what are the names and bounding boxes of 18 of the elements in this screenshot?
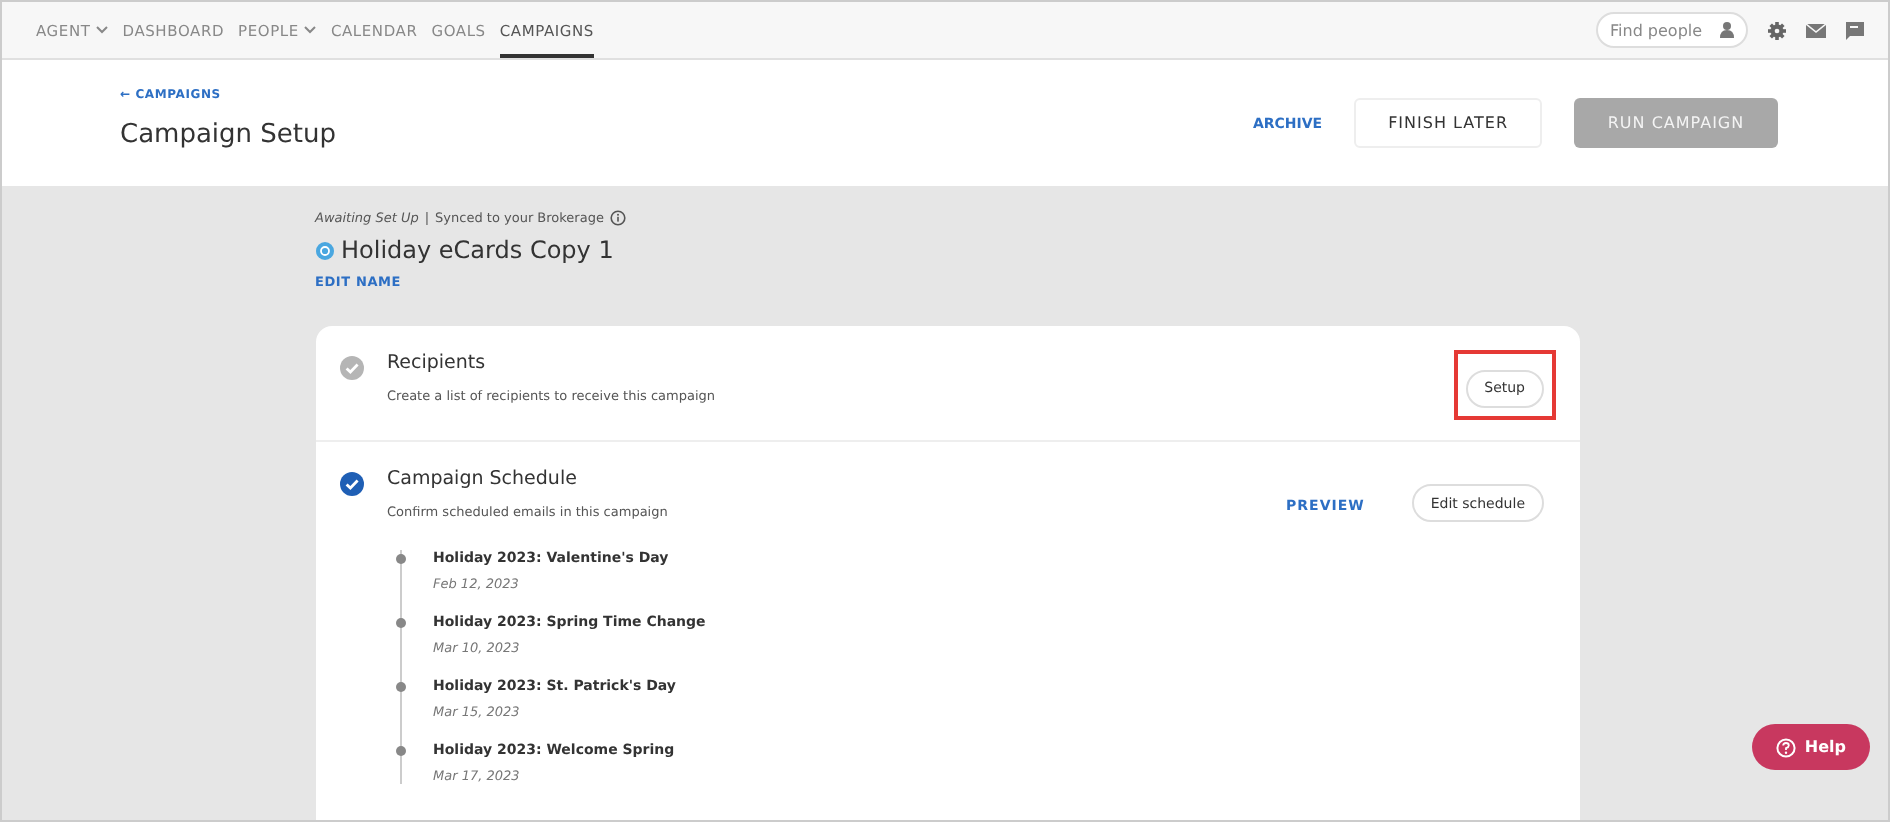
status-dot-icon [315,241,333,259]
finish-later-button[interactable]: FINISH LATER [1354,98,1542,148]
timeline-dot [395,618,405,628]
campaign-name: Holiday eCards Copy 1 [341,236,614,264]
settings-icon[interactable] [1768,21,1786,39]
question-icon [1776,737,1797,757]
chat-icon[interactable] [1846,21,1864,39]
page-title: Campaign Setup [120,120,336,150]
timeline-dot [395,682,405,692]
person-icon [1720,22,1734,38]
info-icon [609,210,626,226]
step-title: Recipients [387,352,488,374]
timeline-dot [395,554,405,564]
help-button[interactable]: Help [1752,724,1870,770]
step-title: Campaign Schedule [387,467,579,489]
mail-icon[interactable] [1806,23,1826,37]
find-people-field[interactable]: Find people [1596,12,1748,48]
timeline-dot [395,746,405,756]
